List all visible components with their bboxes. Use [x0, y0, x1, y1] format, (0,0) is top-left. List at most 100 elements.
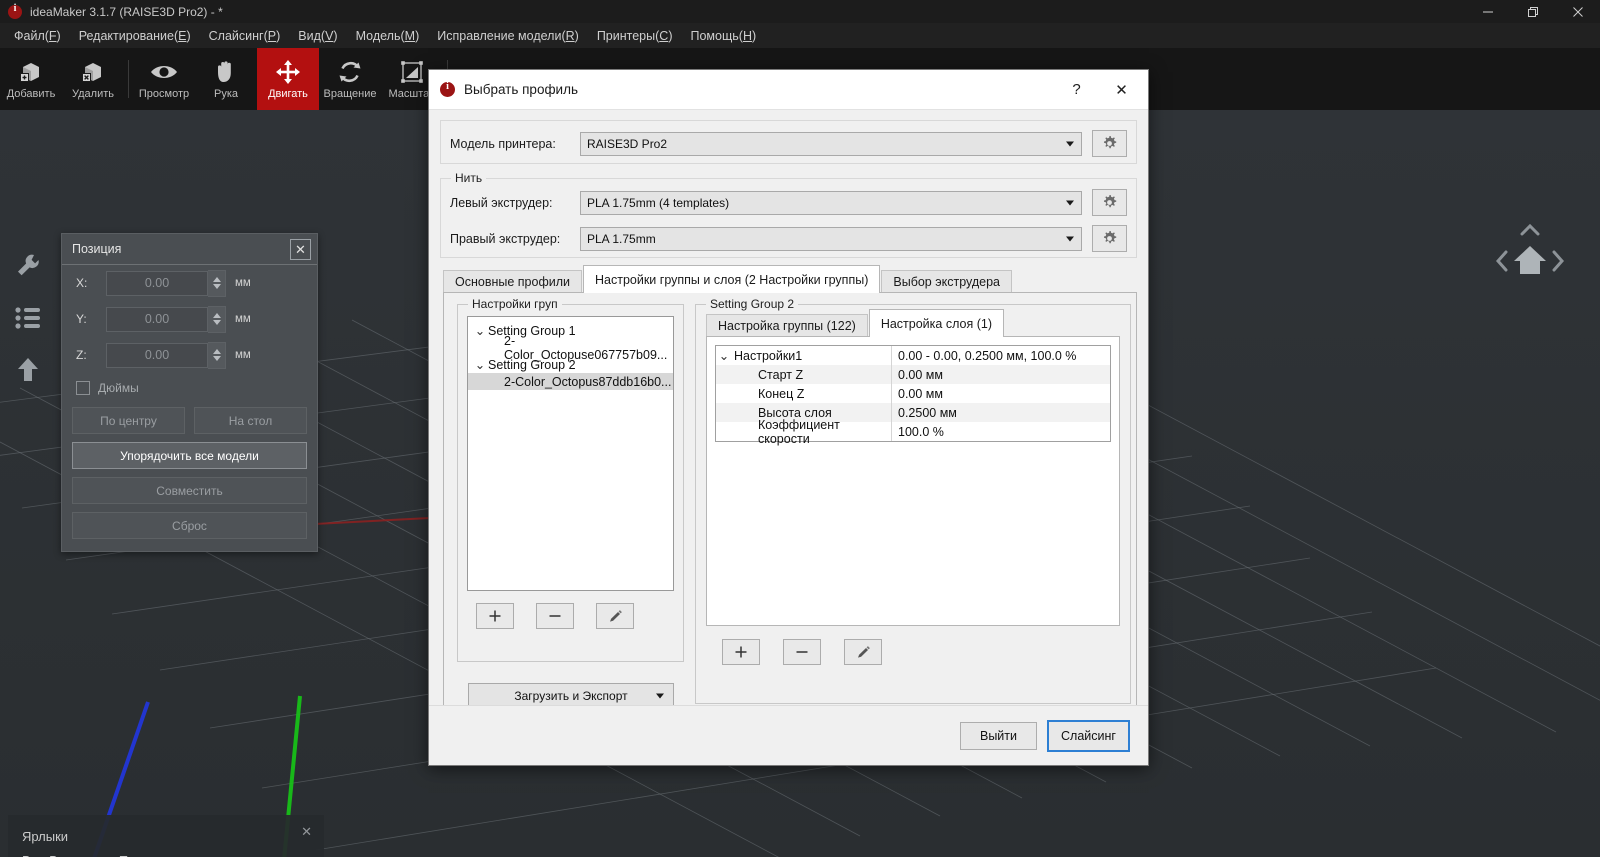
chevron-down-icon[interactable]: ⌄ — [472, 357, 488, 372]
wrench-icon[interactable] — [6, 240, 50, 292]
edit-layer-setting-button[interactable] — [844, 639, 882, 665]
position-label-x: X: — [76, 276, 106, 290]
remove-setting-group-button[interactable] — [536, 603, 574, 629]
exit-button[interactable]: Выйти — [960, 722, 1037, 750]
setting-group-buttons — [476, 603, 683, 629]
pencil-icon — [608, 609, 623, 624]
toolbar-view[interactable]: Просмотр — [133, 48, 195, 110]
load-export-label: Загрузить и Экспорт — [514, 689, 627, 703]
tree-item-label: 2-Color_Octopus87ddb16b0... — [504, 375, 671, 389]
chevron-down-icon[interactable]: ⌄ — [716, 348, 732, 363]
remove-layer-setting-button[interactable] — [783, 639, 821, 665]
setting-groups-list[interactable]: ⌄ Setting Group 1 2-Color_Octopuse067757… — [467, 316, 674, 591]
menu-repair-model[interactable]: Исправление модели(R) — [428, 26, 588, 46]
on-table-button[interactable]: На стол — [194, 407, 307, 434]
position-unit-z: мм — [235, 349, 251, 361]
position-input-y[interactable]: 0.00 — [106, 307, 208, 332]
tab-layer-setting[interactable]: Настройка слоя (1) — [869, 309, 1004, 337]
help-icon[interactable]: ? — [1054, 71, 1099, 109]
app-icon — [8, 5, 22, 19]
viewport-tool-rail — [6, 240, 50, 396]
left-extruder-combo[interactable]: PLA 1.75mm (4 templates) — [580, 191, 1082, 215]
combine-button[interactable]: Совместить — [72, 477, 307, 504]
inches-checkbox[interactable]: Дюймы — [62, 377, 317, 399]
tab-group-setting[interactable]: Настройка группы (122) — [706, 314, 868, 337]
dialog-tabs: Основные профили Настройки группы и слоя… — [443, 270, 1137, 293]
setting-name: Коэффициент скорости — [716, 418, 891, 446]
window-controls — [1465, 0, 1600, 23]
toolbar-add[interactable]: Добавить — [0, 48, 62, 110]
plus-icon — [488, 609, 502, 623]
menu-view[interactable]: Вид(V) — [289, 26, 346, 46]
toolbar-delete[interactable]: Удалить — [62, 48, 124, 110]
list-icon[interactable] — [6, 292, 50, 344]
shortcuts-title: Ярлыки — [22, 825, 310, 849]
menu-model[interactable]: Модель(M) — [347, 26, 429, 46]
printer-settings-gear[interactable] — [1092, 130, 1127, 157]
scale-icon — [399, 58, 425, 86]
menu-file[interactable]: Файл(F) — [5, 26, 70, 46]
printer-model-row: Модель принтера: RAISE3D Pro2 — [441, 121, 1136, 164]
tab-group-layer-settings[interactable]: Настройки группы и слоя (2 Настройки гру… — [583, 265, 880, 293]
right-extruder-combo[interactable]: PLA 1.75mm — [580, 227, 1082, 251]
info-circle-icon — [440, 82, 455, 97]
spinner-x[interactable] — [208, 270, 226, 297]
close-icon[interactable]: ✕ — [290, 239, 311, 260]
slice-button[interactable]: Слайсинг — [1047, 720, 1130, 752]
edit-setting-group-button[interactable] — [596, 603, 634, 629]
position-field-z: Z: 0.00 мм — [62, 337, 317, 373]
right-extruder-gear[interactable] — [1092, 225, 1127, 252]
close-icon[interactable] — [1555, 0, 1600, 23]
add-layer-setting-button[interactable] — [722, 639, 760, 665]
chevron-down-icon[interactable]: ⌄ — [472, 323, 488, 338]
minimize-icon[interactable] — [1465, 0, 1510, 23]
center-button[interactable]: По центру — [72, 407, 185, 434]
toolbar-move[interactable]: Двигать — [257, 48, 319, 110]
table-row[interactable]: Старт Z 0.00 мм — [716, 365, 1110, 384]
left-extruder-label: Левый экструдер: — [450, 196, 580, 210]
table-row[interactable]: Конец Z 0.00 мм — [716, 384, 1110, 403]
close-icon[interactable]: ✕ — [301, 824, 312, 840]
tree-item-label: Setting Group 2 — [488, 358, 576, 372]
position-input-z[interactable]: 0.00 — [106, 343, 208, 368]
dialog-actions: ? ✕ — [1054, 71, 1144, 109]
add-setting-group-button[interactable] — [476, 603, 514, 629]
toolbar-divider — [128, 60, 129, 98]
position-unit-y: мм — [235, 313, 251, 325]
position-label-y: Y: — [76, 312, 106, 326]
dialog-title: Выбрать профиль — [464, 82, 578, 97]
menu-slicing[interactable]: Слайсинг(P) — [200, 26, 290, 46]
spinner-y[interactable] — [208, 306, 226, 333]
table-row[interactable]: ⌄Настройки1 0.00 - 0.00, 0.2500 мм, 100.… — [716, 346, 1110, 365]
filament-group: Нить Левый экструдер: PLA 1.75mm (4 temp… — [440, 178, 1137, 258]
table-row[interactable]: Коэффициент скорости 100.0 % — [716, 422, 1110, 441]
eye-icon — [149, 58, 179, 86]
right-extruder-label: Правый экструдер: — [450, 232, 580, 246]
chevron-up-icon — [1522, 226, 1538, 234]
left-extruder-value: PLA 1.75mm (4 templates) — [587, 196, 729, 210]
printer-model-value: RAISE3D Pro2 — [587, 137, 667, 151]
printer-model-combo[interactable]: RAISE3D Pro2 — [580, 132, 1082, 156]
tab-extruder-choice[interactable]: Выбор экструдера — [881, 270, 1012, 293]
reset-button[interactable]: Сброс — [72, 512, 307, 539]
upload-arrow-icon[interactable] — [6, 344, 50, 396]
arrange-all-button[interactable]: Упорядочить все модели — [72, 442, 307, 469]
setting-value: 0.2500 мм — [892, 406, 1110, 420]
close-icon[interactable]: ✕ — [1099, 71, 1144, 109]
toolbar-rotate[interactable]: Вращение — [319, 48, 381, 110]
tab-basic-profiles[interactable]: Основные профили — [443, 270, 582, 293]
layer-settings-table[interactable]: ⌄Настройки1 0.00 - 0.00, 0.2500 мм, 100.… — [715, 345, 1111, 442]
menu-edit[interactable]: Редактирование(E) — [70, 26, 200, 46]
toolbar-hand[interactable]: Рука — [195, 48, 257, 110]
left-extruder-gear[interactable] — [1092, 189, 1127, 216]
menu-printers[interactable]: Принтеры(C) — [588, 26, 682, 46]
spinner-z[interactable] — [208, 342, 226, 369]
chevron-right-icon — [1554, 252, 1562, 270]
filament-legend: Нить — [451, 171, 486, 185]
setting-group-2-panel: Setting Group 2 Настройка группы (122) Н… — [695, 304, 1131, 704]
tree-item-profile[interactable]: 2-Color_Octopuse067757b09... — [468, 339, 673, 356]
menu-help[interactable]: Помощь(H) — [681, 26, 765, 46]
restore-icon[interactable] — [1510, 0, 1555, 23]
tree-item-profile-selected[interactable]: 2-Color_Octopus87ddb16b0... — [468, 373, 673, 390]
position-input-x[interactable]: 0.00 — [106, 271, 208, 296]
